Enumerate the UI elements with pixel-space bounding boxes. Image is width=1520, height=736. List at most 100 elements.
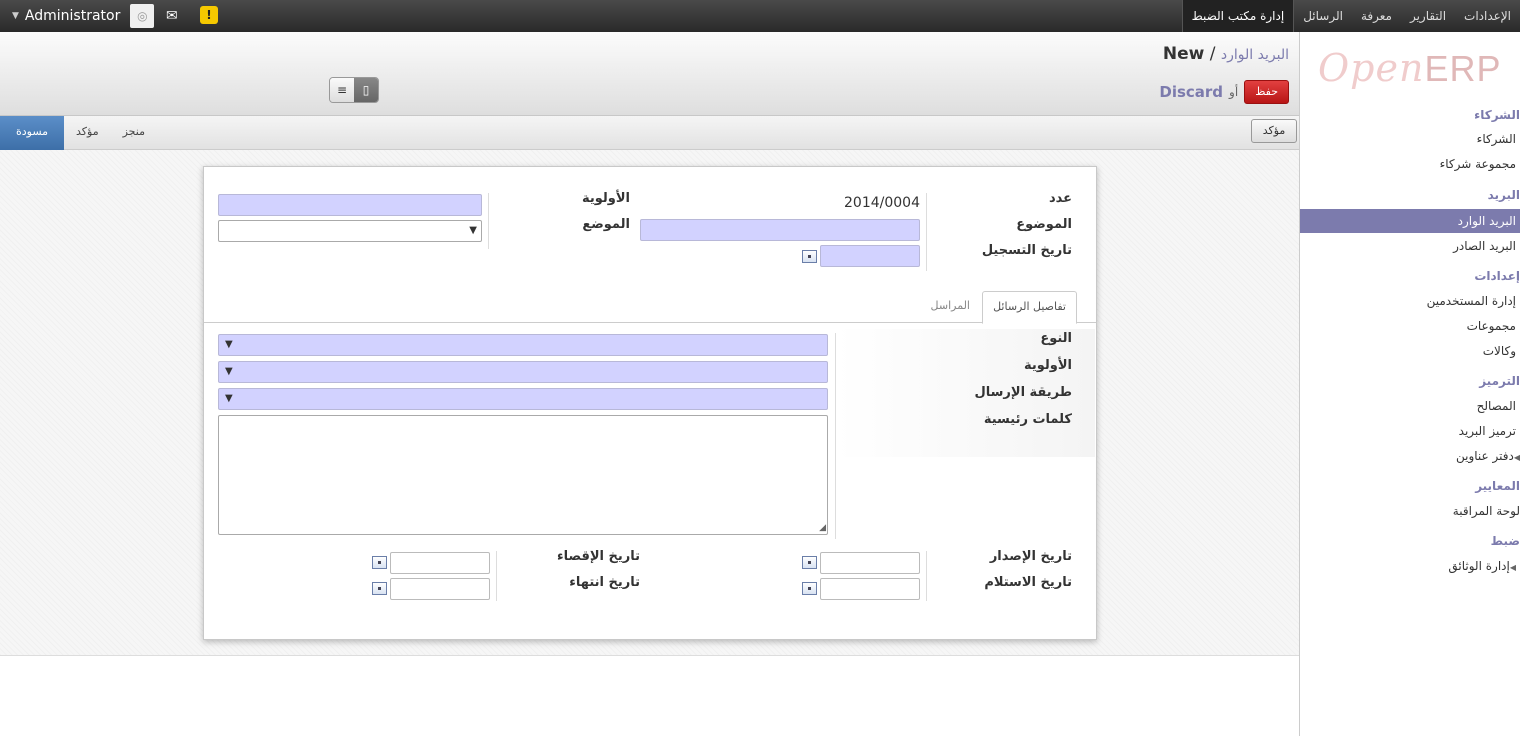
form-sheet: عدد الموضوع تاريخ التسجيل 2014/0004 الأو… xyxy=(203,166,1097,640)
view-switcher: ≡ ▯ xyxy=(329,77,379,103)
label-position: الموضع xyxy=(582,217,630,232)
sidebar-item-mail-coding[interactable]: ترميز البريد xyxy=(1459,424,1516,438)
save-button[interactable]: حفظ xyxy=(1244,80,1289,104)
sidebar-item-user-management[interactable]: إدارة المستخدمين xyxy=(1427,294,1516,308)
menu-knowledge[interactable]: معرفة xyxy=(1352,0,1401,32)
label-deadline: تاريخ الإقصاء xyxy=(556,549,640,564)
breadcrumb-current: New xyxy=(1162,44,1205,64)
breadcrumb-parent[interactable]: البريد الوارد xyxy=(1221,47,1289,63)
send-method-select[interactable]: ▼ xyxy=(218,388,828,410)
subject-field[interactable] xyxy=(640,219,920,241)
label-reg-date: تاريخ التسجيل xyxy=(981,243,1072,258)
label-number: عدد xyxy=(1048,191,1072,206)
avatar: ◎ xyxy=(130,4,155,28)
logo-erp: ERP xyxy=(1424,48,1502,89)
calendar-icon[interactable] xyxy=(372,556,387,569)
user-menu[interactable]: ▼ Administrator ◎ xyxy=(12,0,155,32)
label-send-method: طريقة الإرسال xyxy=(974,385,1072,400)
deadline-field[interactable] xyxy=(390,552,490,574)
menu-messages[interactable]: الرسائل xyxy=(1294,0,1352,32)
chevron-down-icon: ▼ xyxy=(225,366,233,377)
warning-icon[interactable]: ! xyxy=(200,6,218,24)
label-keywords: كلمات رئيسية xyxy=(983,412,1072,427)
chevron-down-icon: ▼ xyxy=(225,393,233,404)
stage-done[interactable]: منجز xyxy=(111,116,157,150)
caret-down-icon: ▼ xyxy=(12,11,19,21)
sidebar-section-partners: الشركاء xyxy=(1474,108,1520,122)
logo-open: Open xyxy=(1318,46,1425,90)
breadcrumb-separator: / xyxy=(1209,44,1216,64)
sidebar-item-outgoing-mail[interactable]: البريد الصادر xyxy=(1453,239,1516,253)
openerp-logo[interactable]: OpenERP xyxy=(1318,46,1501,90)
sidebar: OpenERP الشركاء الشركاء مجموعة شركاء الب… xyxy=(1299,32,1520,736)
top-bar: ▼ Administrator ◎ ✉ ! الإعدادات التقارير… xyxy=(0,0,1520,32)
number-value: 2014/0004 xyxy=(844,195,920,211)
label-type: النوع xyxy=(1040,331,1072,346)
sidebar-item-partners[interactable]: الشركاء xyxy=(1477,132,1516,146)
reg-date-field[interactable] xyxy=(820,245,920,267)
position-select[interactable]: ▼ xyxy=(218,220,482,242)
chevron-down-icon: ▼ xyxy=(469,225,477,236)
keywords-textarea[interactable]: ◢ xyxy=(218,415,828,535)
label-subject: الموضوع xyxy=(1016,217,1072,232)
issue-date-field[interactable] xyxy=(820,552,920,574)
date-divider xyxy=(926,551,927,601)
sidebar-section-control: ضبط xyxy=(1490,534,1520,548)
status-bar: مؤكد مسودة مؤكد منجز xyxy=(0,116,1299,150)
type-select[interactable]: ▼ xyxy=(218,334,828,356)
menu-settings[interactable]: الإعدادات xyxy=(1455,0,1520,32)
tab-divider xyxy=(835,333,836,539)
discard-link[interactable]: Discard xyxy=(1159,83,1223,101)
end-date-field[interactable] xyxy=(390,578,490,600)
priority-select[interactable]: ▼ xyxy=(218,361,828,383)
sidebar-item-documents-label: إدارة الوثائق xyxy=(1448,559,1510,573)
stage-list: مسودة مؤكد منجز xyxy=(0,116,157,150)
sidebar-item-departments[interactable]: المصالح xyxy=(1477,399,1516,413)
chevron-down-icon: ▼ xyxy=(225,339,233,350)
sidebar-section-coding: الترميز xyxy=(1479,374,1520,388)
list-view-icon[interactable]: ≡ xyxy=(330,78,354,102)
stage-draft[interactable]: مسودة xyxy=(0,116,64,150)
sidebar-section-mail: البريد xyxy=(1487,188,1520,202)
calendar-icon[interactable] xyxy=(802,556,817,569)
sidebar-item-agencies[interactable]: وكالات xyxy=(1483,344,1516,358)
form-actions: حفظ أو Discard xyxy=(1159,80,1289,104)
user-name: Administrator xyxy=(24,8,121,24)
caret-left-icon: ◀ xyxy=(1509,563,1516,572)
menu-mail-office[interactable]: إدارة مكتب الضبط xyxy=(1181,0,1295,32)
or-text: أو xyxy=(1229,85,1239,99)
sidebar-item-partner-groups[interactable]: مجموعة شركاء xyxy=(1440,157,1516,171)
sidebar-item-groups[interactable]: مجموعات xyxy=(1467,319,1516,333)
sidebar-section-settings: إعدادات xyxy=(1474,269,1520,283)
label-end-date: تاريخ انتهاء xyxy=(569,575,640,590)
view-header: البريد الوارد / New حفظ أو Discard ≡ ▯ xyxy=(0,32,1299,116)
sidebar-item-address-book[interactable]: ◀دفتر عناوين xyxy=(1456,449,1520,463)
sidebar-item-incoming-mail[interactable]: البريد الوارد xyxy=(1300,209,1520,233)
menu-reports[interactable]: التقارير xyxy=(1401,0,1455,32)
mail-icon[interactable]: ✉ xyxy=(166,8,178,24)
calendar-icon[interactable] xyxy=(372,582,387,595)
calendar-icon[interactable] xyxy=(802,582,817,595)
receive-date-field[interactable] xyxy=(820,578,920,600)
caret-left-icon: ◀ xyxy=(1513,453,1520,462)
date-divider-2 xyxy=(496,551,497,601)
stage-confirmed[interactable]: مؤكد xyxy=(64,116,111,150)
column-divider xyxy=(926,193,927,271)
sidebar-item-address-book-label: دفتر عناوين xyxy=(1456,449,1514,463)
priority-field[interactable] xyxy=(218,194,482,216)
tab-message-details[interactable]: تفاصيل الرسائل xyxy=(982,291,1077,324)
confirm-button[interactable]: مؤكد xyxy=(1251,119,1297,143)
tab-correspondent[interactable]: المراسل xyxy=(921,291,980,324)
resize-grip-icon[interactable]: ◢ xyxy=(819,523,826,533)
label-receive-date: تاريخ الاستلام xyxy=(984,575,1072,590)
column-divider-2 xyxy=(488,193,489,249)
calendar-icon[interactable] xyxy=(802,250,817,263)
sidebar-item-documents[interactable]: ◀إدارة الوثائق xyxy=(1448,559,1516,573)
label-priority: الأولوية xyxy=(581,191,630,206)
top-menu: الإعدادات التقارير معرفة الرسائل إدارة م… xyxy=(1181,0,1520,32)
sidebar-item-dashboard[interactable]: لوحة المراقبة xyxy=(1453,504,1520,518)
label-priority-2: الأولوية xyxy=(1023,358,1072,373)
form-view-icon[interactable]: ▯ xyxy=(354,78,378,102)
tab-bar: تفاصيل الرسائل المراسل xyxy=(204,291,1096,324)
sidebar-section-standards: المعايير xyxy=(1475,479,1520,493)
